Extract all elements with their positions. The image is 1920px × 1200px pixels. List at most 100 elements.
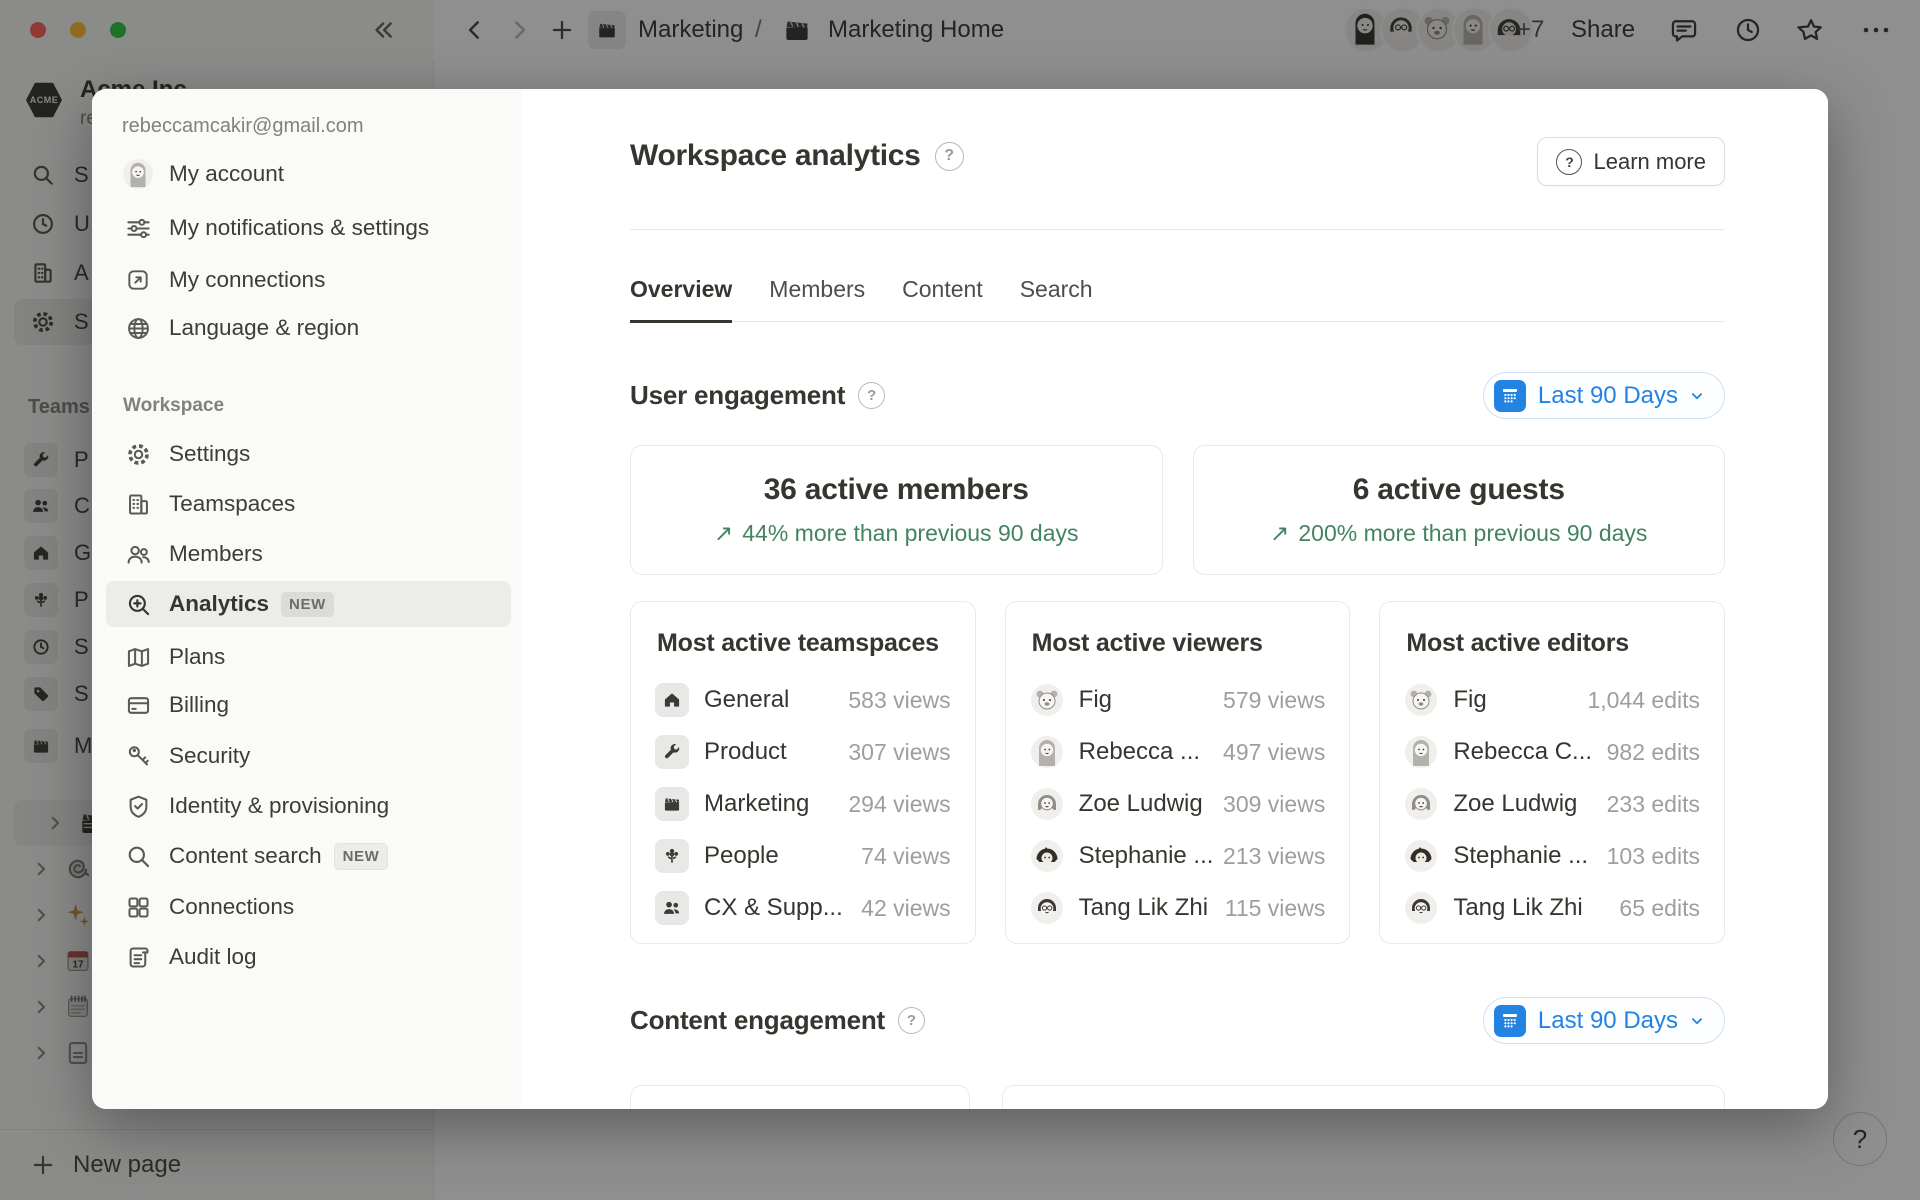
settings-modal: rebeccamcakir@gmail.com My account My no…	[92, 89, 1828, 1109]
active-members-card: 36 active members ↗44% more than previou…	[630, 445, 1163, 575]
settings-item-content-search[interactable]: Content search NEW	[106, 833, 511, 879]
page-title: Workspace analytics	[630, 139, 921, 173]
building-icon	[123, 489, 153, 519]
help-circle-icon[interactable]: ?	[935, 142, 964, 171]
list-item: Stephanie ...103 edits	[1404, 830, 1700, 882]
new-badge: NEW	[281, 592, 334, 617]
card-title: Most active editors	[1406, 629, 1700, 658]
stat-headline: 36 active members	[764, 473, 1029, 507]
date-range-label: Last 90 Days	[1538, 382, 1678, 410]
list-item: Rebecca C...982 edits	[1404, 726, 1700, 778]
settings-item-analytics[interactable]: Analytics NEW	[106, 581, 511, 627]
user-avatar-icon	[123, 159, 153, 189]
scroll-icon	[123, 942, 153, 972]
help-circle-icon[interactable]: ?	[898, 1007, 925, 1034]
settings-item-language-region[interactable]: Language & region	[106, 305, 511, 351]
stat-headline: 6 active guests	[1353, 473, 1565, 507]
tab-content[interactable]: Content	[902, 276, 983, 323]
settings-item-notifications[interactable]: My notifications & settings	[106, 205, 511, 251]
chevron-down-icon	[1688, 1012, 1706, 1030]
settings-item-audit-log[interactable]: Audit log	[106, 934, 511, 980]
list-item: Rebecca ...497 views	[1030, 726, 1326, 778]
settings-item-my-connections[interactable]: My connections	[106, 257, 511, 303]
help-circle-icon[interactable]: ?	[858, 382, 885, 409]
search-icon	[123, 841, 153, 871]
notion-app: ACME Acme Inc re S U A S Teams	[0, 0, 1920, 1200]
most-active-editors-card: Most active editors Fig1,044 edits Rebec…	[1379, 601, 1725, 944]
tab-members[interactable]: Members	[769, 276, 865, 323]
content-card-partial	[630, 1085, 970, 1109]
user-engagement-header: User engagement ? Last 90 Days	[630, 372, 1725, 419]
section-title: Content engagement	[630, 1005, 885, 1036]
list-item: Fig1,044 edits	[1404, 674, 1700, 726]
new-badge: NEW	[334, 843, 389, 870]
flower-icon	[655, 839, 689, 873]
list-item: Tang Lik Zhi65 edits	[1404, 882, 1700, 934]
learn-more-button[interactable]: ? Learn more	[1537, 137, 1725, 186]
clapper-icon	[655, 787, 689, 821]
settings-item-plans[interactable]: Plans	[106, 634, 511, 680]
calendar-icon	[1494, 1005, 1526, 1037]
tab-overview[interactable]: Overview	[630, 276, 732, 323]
settings-sidebar: rebeccamcakir@gmail.com My account My no…	[92, 89, 521, 1109]
shield-check-icon	[123, 791, 153, 821]
date-range-label: Last 90 Days	[1538, 1007, 1678, 1035]
avatar-tang	[1031, 892, 1063, 924]
list-item: Fig579 views	[1030, 674, 1326, 726]
content-engagement-header: Content engagement ? Last 90 Days	[630, 997, 1725, 1044]
most-active-viewers-card: Most active viewers Fig579 views Rebecca…	[1005, 601, 1351, 944]
key-icon	[123, 741, 153, 771]
settings-item-billing[interactable]: Billing	[106, 682, 511, 728]
section-title: User engagement	[630, 380, 845, 411]
settings-item-security[interactable]: Security	[106, 733, 511, 779]
content-engagement-cards	[630, 1085, 1725, 1109]
list-item: Stephanie ...213 views	[1030, 830, 1326, 882]
avatar-stephanie	[1405, 840, 1437, 872]
settings-item-connections[interactable]: Connections	[106, 884, 511, 930]
settings-item-members[interactable]: Members	[106, 531, 511, 577]
chevron-down-icon	[1688, 387, 1706, 405]
list-item: General583 views	[655, 674, 951, 726]
list-item: Product307 views	[655, 726, 951, 778]
avatar-stephanie	[1031, 840, 1063, 872]
trend-up-icon: ↗	[1270, 520, 1289, 547]
settings-item-teamspaces[interactable]: Teamspaces	[106, 481, 511, 527]
members-icon	[123, 539, 153, 569]
tab-search[interactable]: Search	[1020, 276, 1093, 323]
date-range-selector[interactable]: Last 90 Days	[1483, 997, 1725, 1044]
analytics-tabs: Overview Members Content Search	[630, 276, 1725, 322]
avatar-tang	[1405, 892, 1437, 924]
avatar-fig	[1031, 684, 1063, 716]
people-icon	[655, 891, 689, 925]
avatar-rebecca	[1031, 736, 1063, 768]
learn-more-label: Learn more	[1593, 149, 1706, 175]
settings-item-my-account[interactable]: My account	[106, 151, 511, 197]
active-guests-card: 6 active guests ↗200% more than previous…	[1193, 445, 1726, 575]
credit-card-icon	[123, 690, 153, 720]
user-engagement-stats: 36 active members ↗44% more than previou…	[630, 445, 1725, 575]
globe-icon	[123, 313, 153, 343]
header-divider	[630, 229, 1725, 230]
wrench-icon	[655, 735, 689, 769]
map-icon	[123, 642, 153, 672]
list-item: Tang Lik Zhi115 views	[1030, 882, 1326, 934]
home-icon	[655, 683, 689, 717]
content-card-partial	[1002, 1085, 1725, 1109]
trend-up-icon: ↗	[714, 520, 733, 547]
settings-main-panel: Workspace analytics ? ? Learn more Overv…	[521, 89, 1828, 1109]
settings-item-identity-provisioning[interactable]: Identity & provisioning	[106, 783, 511, 829]
grid-icon	[123, 892, 153, 922]
leaderboard-cards: Most active teamspaces General583 views …	[630, 601, 1725, 944]
list-item: People74 views	[655, 830, 951, 882]
avatar-fig	[1405, 684, 1437, 716]
settings-item-settings[interactable]: Settings	[106, 431, 511, 477]
avatar-zoe	[1405, 788, 1437, 820]
avatar-zoe	[1031, 788, 1063, 820]
account-email: rebeccamcakir@gmail.com	[122, 115, 363, 138]
list-item: Zoe Ludwig309 views	[1030, 778, 1326, 830]
sliders-icon	[123, 213, 153, 243]
card-title: Most active viewers	[1032, 629, 1326, 658]
date-range-selector[interactable]: Last 90 Days	[1483, 372, 1725, 419]
stat-delta: ↗200% more than previous 90 days	[1270, 520, 1647, 547]
list-item: Zoe Ludwig233 edits	[1404, 778, 1700, 830]
